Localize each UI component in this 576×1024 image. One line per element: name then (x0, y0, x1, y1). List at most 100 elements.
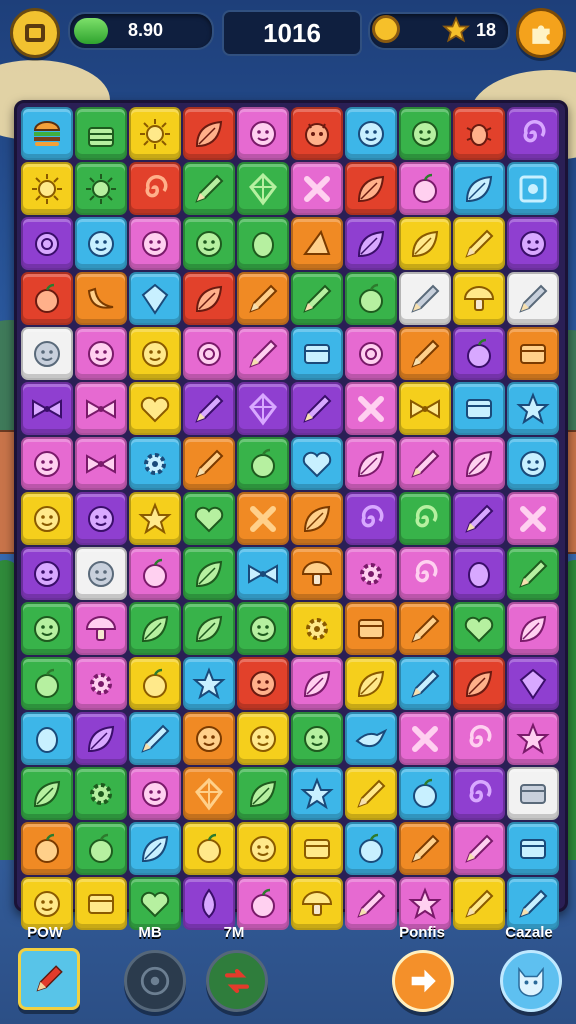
tile-r2-c2[interactable] (75, 162, 127, 215)
tile-r10-c6[interactable] (291, 602, 343, 655)
tile-r6-c7[interactable] (345, 382, 397, 435)
tile-r8-c4[interactable] (183, 492, 235, 545)
tile-r7-c6[interactable] (291, 437, 343, 490)
tile-r6-c8[interactable] (399, 382, 451, 435)
tile-r11-c9[interactable] (453, 657, 505, 710)
tile-r6-c1[interactable] (21, 382, 73, 435)
tile-r10-c2[interactable] (75, 602, 127, 655)
tile-r5-c9[interactable] (453, 327, 505, 380)
tile-r2-c3[interactable] (129, 162, 181, 215)
tile-r14-c10[interactable] (507, 822, 559, 875)
tile-r7-c1[interactable] (21, 437, 73, 490)
tile-r11-c3[interactable] (129, 657, 181, 710)
tile-r4-c4[interactable] (183, 272, 235, 325)
tile-r13-c5[interactable] (237, 767, 289, 820)
tile-r2-c9[interactable] (453, 162, 505, 215)
tile-r9-c1[interactable] (21, 547, 73, 600)
tile-r7-c8[interactable] (399, 437, 451, 490)
tile-r13-c1[interactable] (21, 767, 73, 820)
tile-r9-c4[interactable] (183, 547, 235, 600)
tile-r2-c5[interactable] (237, 162, 289, 215)
tile-r5-c3[interactable] (129, 327, 181, 380)
tile-r3-c7[interactable] (345, 217, 397, 270)
tile-r2-c7[interactable] (345, 162, 397, 215)
tile-r13-c6[interactable] (291, 767, 343, 820)
tile-r4-c6[interactable] (291, 272, 343, 325)
tile-r4-c2[interactable] (75, 272, 127, 325)
tile-r14-c8[interactable] (399, 822, 451, 875)
tile-r9-c9[interactable] (453, 547, 505, 600)
tile-r5-c2[interactable] (75, 327, 127, 380)
tile-r8-c9[interactable] (453, 492, 505, 545)
tile-r10-c1[interactable] (21, 602, 73, 655)
tile-r7-c3[interactable] (129, 437, 181, 490)
tile-r12-c7[interactable] (345, 712, 397, 765)
tile-r3-c6[interactable] (291, 217, 343, 270)
tile-r10-c4[interactable] (183, 602, 235, 655)
tile-r4-c8[interactable] (399, 272, 451, 325)
tile-r5-c10[interactable] (507, 327, 559, 380)
tile-r11-c8[interactable] (399, 657, 451, 710)
tile-r5-c5[interactable] (237, 327, 289, 380)
settings-button[interactable] (516, 8, 566, 58)
tile-r5-c8[interactable] (399, 327, 451, 380)
tile-r8-c10[interactable] (507, 492, 559, 545)
tile-r9-c7[interactable] (345, 547, 397, 600)
tile-r8-c3[interactable] (129, 492, 181, 545)
tile-r14-c3[interactable] (129, 822, 181, 875)
tile-r2-c1[interactable] (21, 162, 73, 215)
tile-r4-c9[interactable] (453, 272, 505, 325)
tile-r11-c10[interactable] (507, 657, 559, 710)
tile-r9-c5[interactable] (237, 547, 289, 600)
tile-r2-c4[interactable] (183, 162, 235, 215)
tile-r6-c10[interactable] (507, 382, 559, 435)
tile-r10-c10[interactable] (507, 602, 559, 655)
tile-r6-c4[interactable] (183, 382, 235, 435)
tile-r11-c5[interactable] (237, 657, 289, 710)
tile-r5-c4[interactable] (183, 327, 235, 380)
tile-r1-c4[interactable] (183, 107, 235, 160)
tile-r3-c1[interactable] (21, 217, 73, 270)
tile-r1-c5[interactable] (237, 107, 289, 160)
tile-r10-c9[interactable] (453, 602, 505, 655)
pow-button[interactable] (18, 948, 80, 1010)
tile-r1-c2[interactable] (75, 107, 127, 160)
tile-r14-c9[interactable] (453, 822, 505, 875)
tile-r14-c2[interactable] (75, 822, 127, 875)
ponfis-button[interactable] (392, 950, 454, 1012)
tile-r12-c5[interactable] (237, 712, 289, 765)
tile-r13-c8[interactable] (399, 767, 451, 820)
tile-r4-c5[interactable] (237, 272, 289, 325)
tile-r8-c5[interactable] (237, 492, 289, 545)
tile-r6-c2[interactable] (75, 382, 127, 435)
tile-r13-c7[interactable] (345, 767, 397, 820)
tile-r4-c1[interactable] (21, 272, 73, 325)
tile-r7-c7[interactable] (345, 437, 397, 490)
tile-r14-c6[interactable] (291, 822, 343, 875)
tile-r3-c8[interactable] (399, 217, 451, 270)
tile-r12-c8[interactable] (399, 712, 451, 765)
tile-r8-c1[interactable] (21, 492, 73, 545)
tile-r13-c9[interactable] (453, 767, 505, 820)
tile-r10-c8[interactable] (399, 602, 451, 655)
tile-r8-c6[interactable] (291, 492, 343, 545)
tile-r12-c4[interactable] (183, 712, 235, 765)
tile-r1-c7[interactable] (345, 107, 397, 160)
tile-r14-c4[interactable] (183, 822, 235, 875)
tile-r6-c5[interactable] (237, 382, 289, 435)
tile-r12-c3[interactable] (129, 712, 181, 765)
tile-r7-c5[interactable] (237, 437, 289, 490)
tile-r12-c10[interactable] (507, 712, 559, 765)
tile-r10-c3[interactable] (129, 602, 181, 655)
tile-r1-c9[interactable] (453, 107, 505, 160)
tm-button[interactable] (206, 950, 268, 1012)
tile-r5-c6[interactable] (291, 327, 343, 380)
tile-r3-c10[interactable] (507, 217, 559, 270)
tile-r6-c9[interactable] (453, 382, 505, 435)
tile-r4-c7[interactable] (345, 272, 397, 325)
tile-r1-c6[interactable] (291, 107, 343, 160)
tile-r12-c6[interactable] (291, 712, 343, 765)
tile-r9-c8[interactable] (399, 547, 451, 600)
tile-r11-c4[interactable] (183, 657, 235, 710)
tile-r1-c3[interactable] (129, 107, 181, 160)
